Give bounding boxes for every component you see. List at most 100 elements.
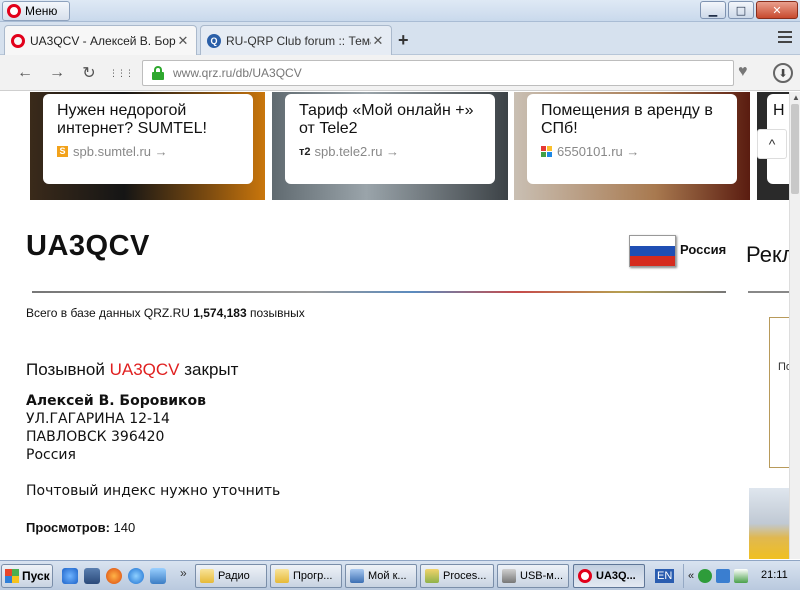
app-shortcut-icon[interactable] bbox=[150, 568, 166, 584]
speed-dial-grid-icon[interactable]: ⋮⋮⋮ bbox=[109, 62, 134, 84]
callsign-status: Позывной UA3QCV закрыт bbox=[26, 360, 238, 380]
task-label: Мой к... bbox=[368, 570, 407, 582]
opera-menu-button[interactable]: Меню bbox=[2, 1, 70, 21]
scroll-to-top-button[interactable]: ^ bbox=[757, 129, 787, 159]
taskbar-item-opera[interactable]: UA3Q... bbox=[573, 564, 645, 588]
tab-close-icon[interactable]: ✕ bbox=[371, 33, 385, 49]
address-country: Россия bbox=[26, 447, 76, 463]
colored-grid-logo-icon bbox=[541, 146, 552, 157]
task-label: UA3Q... bbox=[596, 570, 636, 582]
tab-ua3qcv[interactable]: UA3QCV - Алексей В. Борови ✕ bbox=[4, 25, 197, 55]
ad-banner-tele2[interactable]: Тариф «Мой онлайн +» от Tele2 т2 spb.tel… bbox=[272, 92, 508, 200]
window-titlebar: Меню ▁ □ ✕ bbox=[0, 0, 800, 22]
tab-bar: UA3QCV - Алексей В. Борови ✕ Q RU-QRP Cl… bbox=[0, 22, 800, 55]
windows-logo-icon bbox=[5, 569, 19, 583]
reload-icon[interactable]: ↻ bbox=[78, 62, 100, 84]
page-content: Нужен недорогой интернет? SUMTEL! S spb.… bbox=[0, 92, 789, 559]
ad-link-text[interactable]: spb.sumtel.ru → bbox=[73, 144, 168, 159]
cpu-meter-icon[interactable] bbox=[734, 569, 749, 583]
ad-title[interactable]: Тариф «Мой онлайн +» от Tele2 bbox=[299, 102, 481, 138]
opera-favicon-icon bbox=[11, 33, 25, 48]
views-count: 140 bbox=[113, 520, 136, 535]
firefox-icon[interactable] bbox=[106, 568, 122, 584]
messenger-icon[interactable] bbox=[128, 568, 144, 584]
start-label: Пуск bbox=[22, 569, 50, 583]
opera-icon bbox=[578, 569, 592, 583]
ad-card[interactable]: Нужен недорогой интернет? SUMTEL! S spb.… bbox=[43, 94, 253, 184]
maximize-button[interactable]: □ bbox=[728, 1, 754, 19]
new-tab-button[interactable]: + bbox=[398, 30, 409, 51]
taskbar-item-radio[interactable]: Радио bbox=[195, 564, 267, 588]
minimize-button[interactable]: ▁ bbox=[700, 1, 726, 19]
tab-menu-icon[interactable] bbox=[778, 31, 792, 46]
secure-lock-icon bbox=[151, 66, 165, 80]
opera-logo-icon bbox=[7, 4, 21, 18]
views-counter: Просмотров: 140 bbox=[26, 520, 135, 535]
forward-arrow-icon[interactable]: → bbox=[46, 62, 68, 84]
task-label: Proces... bbox=[443, 570, 487, 582]
process-explorer-icon bbox=[425, 569, 439, 583]
close-window-button[interactable]: ✕ bbox=[756, 1, 798, 19]
address-bar[interactable]: www.qrz.ru/db/UA3QCV bbox=[142, 60, 734, 86]
ad-link-text[interactable]: spb.tele2.ru → bbox=[315, 144, 400, 159]
window-controls: ▁ □ ✕ bbox=[700, 1, 798, 19]
url-text[interactable]: www.qrz.ru/db/UA3QCV bbox=[173, 66, 302, 80]
task-label: USB-м... bbox=[520, 570, 564, 582]
navigation-bar: ← → ↻ ⋮⋮⋮ www.qrz.ru/db/UA3QCV ♥ ⬇ bbox=[0, 55, 800, 91]
language-indicator[interactable]: EN bbox=[655, 569, 675, 583]
computer-icon bbox=[350, 569, 364, 583]
back-arrow-icon[interactable]: ← bbox=[14, 62, 36, 84]
scroll-up-arrow-icon[interactable]: ▲ bbox=[792, 93, 800, 102]
ad-banner-sumtel[interactable]: Нужен недорогой интернет? SUMTEL! S spb.… bbox=[30, 92, 265, 200]
ad-banner-premises[interactable]: Помещения в аренду в СПб! 6550101.ru → bbox=[514, 92, 750, 200]
russia-flag-icon bbox=[629, 235, 676, 267]
tab-title: RU-QRP Club forum :: Тема: bbox=[226, 33, 371, 48]
total-prefix: Всего в базе данных QRZ.RU bbox=[26, 306, 190, 320]
taskbar-item-my-computer[interactable]: Мой к... bbox=[345, 564, 417, 588]
utorrent-icon[interactable] bbox=[698, 569, 713, 583]
address-line-street: УЛ.ГАГАРИНА 12-14 bbox=[26, 411, 170, 427]
taskbar-item-programs[interactable]: Прогр... bbox=[270, 564, 342, 588]
ad-link[interactable]: т2 spb.tele2.ru → bbox=[299, 144, 481, 159]
ad-card[interactable]: Тариф «Мой онлайн +» от Tele2 т2 spb.tel… bbox=[285, 94, 495, 184]
taskbar-item-usb[interactable]: USB-м... bbox=[497, 564, 569, 588]
qrp-favicon-icon: Q bbox=[207, 33, 221, 48]
total-suffix: позывных bbox=[249, 306, 305, 320]
bookmark-heart-icon[interactable]: ♥ bbox=[738, 63, 748, 81]
sidebar-ad-image[interactable] bbox=[749, 488, 789, 559]
ad-title[interactable]: Нужен недорогой интернет? SUMTEL! bbox=[57, 102, 239, 138]
tray-expand-icon[interactable]: « bbox=[688, 570, 694, 582]
status-callsign: UA3QCV bbox=[109, 360, 180, 379]
sidebar-ad-box[interactable] bbox=[769, 317, 789, 468]
ad-title[interactable]: Помещения в аренду в СПб! bbox=[541, 102, 723, 138]
section-divider bbox=[32, 291, 726, 293]
ad-card[interactable]: Помещения в аренду в СПб! 6550101.ru → bbox=[527, 94, 737, 184]
owner-name: Алексей В. Боровиков bbox=[26, 393, 207, 409]
start-button[interactable]: Пуск bbox=[1, 564, 53, 588]
ad-link[interactable]: 6550101.ru → bbox=[541, 144, 723, 159]
taskbar-item-process[interactable]: Proces... bbox=[420, 564, 494, 588]
internet-explorer-icon[interactable] bbox=[62, 568, 78, 584]
task-label: Прогр... bbox=[293, 570, 333, 582]
tab-title: UA3QCV - Алексей В. Борови bbox=[30, 33, 176, 48]
windows-taskbar: Пуск » Радио Прогр... Мой к... Proces...… bbox=[0, 560, 800, 590]
ad-title-fragment[interactable]: Н bbox=[767, 94, 789, 128]
usb-device-icon bbox=[502, 569, 516, 583]
sidebar-ad-text[interactable]: По bbox=[778, 361, 789, 373]
quick-launch-more-icon[interactable]: » bbox=[180, 566, 187, 580]
show-desktop-icon[interactable] bbox=[84, 568, 100, 584]
scrollbar-thumb[interactable] bbox=[791, 104, 799, 194]
tab-close-icon[interactable]: ✕ bbox=[176, 33, 190, 49]
ad-link-text[interactable]: 6550101.ru → bbox=[557, 144, 639, 159]
address-line-city: ПАВЛОВСК 396420 bbox=[26, 429, 165, 445]
tab-ru-qrp-forum[interactable]: Q RU-QRP Club forum :: Тема: ✕ bbox=[200, 25, 392, 55]
network-icon[interactable] bbox=[716, 569, 731, 583]
ad-link[interactable]: S spb.sumtel.ru → bbox=[57, 144, 239, 159]
clock: 21:11 bbox=[761, 569, 788, 581]
status-prefix: Позывной bbox=[26, 360, 105, 379]
task-label: Радио bbox=[218, 570, 250, 582]
download-icon[interactable]: ⬇ bbox=[773, 63, 793, 83]
total-count: 1,574,183 bbox=[193, 306, 247, 320]
folder-icon bbox=[275, 569, 289, 583]
vertical-scrollbar[interactable]: ▲ bbox=[789, 92, 800, 559]
